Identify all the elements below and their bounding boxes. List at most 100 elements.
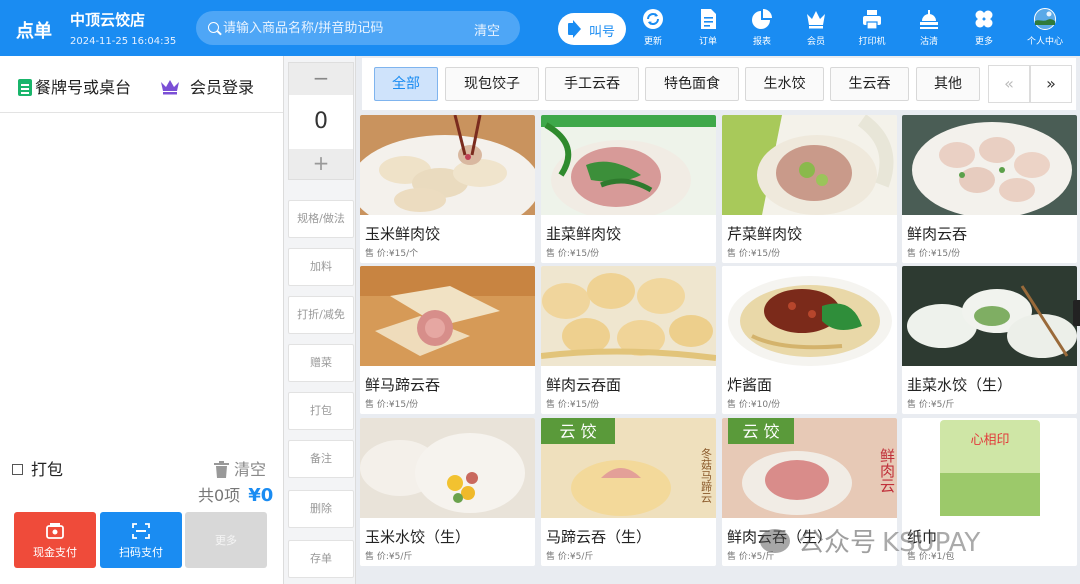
product-name: 鲜马蹄云吞 <box>365 376 441 394</box>
table-number-label: 餐牌号或桌台 <box>35 78 132 97</box>
scan-icon <box>132 523 150 539</box>
product-image <box>360 266 535 366</box>
member-login-label: 会员登录 <box>190 78 255 97</box>
category-tab[interactable]: 生云吞 <box>830 67 909 101</box>
quantity-value: 0 <box>314 109 328 134</box>
search-input[interactable] <box>223 18 463 38</box>
product-image <box>541 266 716 366</box>
save-order-button[interactable]: 存单 <box>288 540 354 578</box>
product-name: 芹菜鲜肉饺 <box>727 225 803 243</box>
image-banner-text: 云 饺 <box>742 422 779 441</box>
pack-item-button[interactable]: 打包 <box>288 392 354 430</box>
add-ons-button[interactable]: 加料 <box>288 248 354 286</box>
call-number-button[interactable]: 叫号 <box>558 13 626 45</box>
image-brand-text: 心相印 <box>970 433 1009 448</box>
page-prev-button[interactable]: « <box>988 65 1030 103</box>
product-price: 售 价:¥15/份 <box>727 249 781 259</box>
more-payment-button[interactable]: 更多 <box>185 512 267 568</box>
product-card[interactable]: 鲜马蹄云吞 售 价:¥15/份 <box>360 266 535 414</box>
toolbar-profile[interactable]: 个人中心 <box>1020 8 1070 52</box>
product-image <box>902 266 1077 366</box>
category-tab[interactable]: 现包饺子 <box>445 67 539 101</box>
product-card[interactable]: 韭菜水饺（生） 售 价:¥5/斤 <box>902 266 1077 414</box>
refresh-icon <box>643 9 663 29</box>
product-card[interactable]: 玉米鲜肉饺 售 价:¥15/个 <box>360 115 535 263</box>
image-banner-text: 云 饺 <box>559 422 596 441</box>
member-login-button[interactable]: 会员登录 <box>160 74 254 98</box>
top-bar: 点单 中顶云饺店 2024-11-25 16:04:35 清空 叫号 更新 订单… <box>0 0 1080 56</box>
toolbar-label: 个人中心 <box>1026 37 1063 47</box>
cleanup-icon <box>920 10 938 29</box>
document-icon <box>18 79 32 96</box>
product-card[interactable]: 玉米水饺（生） 售 价:¥5/斤 <box>360 418 535 566</box>
product-price: 售 价:¥5/斤 <box>907 400 955 410</box>
product-image <box>360 115 535 215</box>
image-side-text: 鲜肉云 <box>878 448 896 493</box>
category-tab[interactable]: 其他 <box>916 67 980 101</box>
page-next-button[interactable]: » <box>1030 65 1072 103</box>
printer-icon <box>863 10 881 30</box>
toolbar-refresh[interactable]: 更新 <box>628 8 678 52</box>
toolbar-label: 打印机 <box>858 37 886 47</box>
clear-order-button[interactable]: 清空 <box>214 456 266 480</box>
trash-icon <box>214 461 229 478</box>
gift-button[interactable]: 赠菜 <box>288 344 354 382</box>
category-tab[interactable]: 手工云吞 <box>545 67 639 101</box>
order-total: 共0项 ¥0 <box>198 482 273 506</box>
product-card[interactable]: 炸酱面 售 价:¥10/份 <box>722 266 897 414</box>
toolbar-cleanup[interactable]: 沽清 <box>904 8 954 52</box>
toolbar-reports[interactable]: 报表 <box>737 8 787 52</box>
category-tab-all[interactable]: 全部 <box>374 67 438 101</box>
toolbar-label: 订单 <box>698 37 717 47</box>
toolbar-printer[interactable]: 打印机 <box>847 8 897 52</box>
product-name: 马蹄云吞（生） <box>546 528 652 546</box>
table-number-button[interactable]: 餐牌号或桌台 <box>18 74 131 98</box>
product-price: 售 价:¥15/份 <box>546 400 600 410</box>
search-clear-button[interactable]: 清空 <box>474 20 500 39</box>
product-name: 玉米水饺（生） <box>365 528 471 546</box>
toolbar-more[interactable]: 更多 <box>959 8 1009 52</box>
product-name: 玉米鲜肉饺 <box>365 225 441 243</box>
product-image: 心相印 <box>902 418 1077 518</box>
toolbar-orders[interactable]: 订单 <box>683 8 733 52</box>
pie-chart-icon <box>752 9 772 29</box>
scan-payment-label: 扫码支付 <box>119 546 163 559</box>
watermark-text: 公众号 <box>798 528 877 558</box>
image-side-text: 冬菇马蹄云 <box>700 447 713 504</box>
product-card[interactable]: 云 饺 冬菇马蹄云 马蹄云吞（生） 售 价:¥5/斤 <box>541 418 716 566</box>
discount-button[interactable]: 打折/减免 <box>288 296 354 334</box>
product-name: 鲜肉云吞 <box>907 225 968 243</box>
side-drawer-handle[interactable] <box>1073 300 1080 326</box>
divider <box>0 112 283 113</box>
spec-button[interactable]: 规格/做法 <box>288 200 354 238</box>
note-button[interactable]: 备注 <box>288 440 354 478</box>
checkbox-icon <box>12 464 23 475</box>
product-name: 鲜肉云吞面 <box>546 376 622 394</box>
product-image: 云 饺 冬菇马蹄云 <box>541 418 716 518</box>
product-card[interactable]: 鲜肉云吞 售 价:¥15/份 <box>902 115 1077 263</box>
scan-payment-button[interactable]: 扫码支付 <box>100 512 182 568</box>
store-name: 中顶云饺店 <box>70 11 146 29</box>
category-tab[interactable]: 生水饺 <box>745 67 824 101</box>
datetime: 2024-11-25 16:04:35 <box>70 36 177 47</box>
product-card[interactable]: 芹菜鲜肉饺 售 价:¥15/份 <box>722 115 897 263</box>
decrease-button[interactable]: − <box>289 63 353 95</box>
delete-button[interactable]: 删除 <box>288 490 354 528</box>
product-card[interactable]: 韭菜鲜肉饺 售 价:¥15/份 <box>541 115 716 263</box>
increase-button[interactable]: + <box>289 149 353 179</box>
category-tab[interactable]: 特色面食 <box>645 67 739 101</box>
pack-label: 打包 <box>31 460 64 479</box>
toolbar-label: 更新 <box>643 37 662 47</box>
toolbar-member[interactable]: 会员 <box>791 8 841 52</box>
product-image <box>360 418 535 518</box>
search-icon <box>208 22 219 33</box>
product-image <box>722 115 897 215</box>
pack-checkbox[interactable]: 打包 <box>12 456 63 480</box>
chat-bubble-icon <box>760 529 790 553</box>
product-name: 韭菜鲜肉饺 <box>546 225 622 243</box>
cash-payment-button[interactable]: 现金支付 <box>14 512 96 568</box>
product-price: 售 价:¥10/份 <box>727 400 781 410</box>
toolbar-label: 会员 <box>806 37 825 47</box>
product-card[interactable]: 鲜肉云吞面 售 价:¥15/份 <box>541 266 716 414</box>
page-title: 点单 <box>16 21 52 42</box>
